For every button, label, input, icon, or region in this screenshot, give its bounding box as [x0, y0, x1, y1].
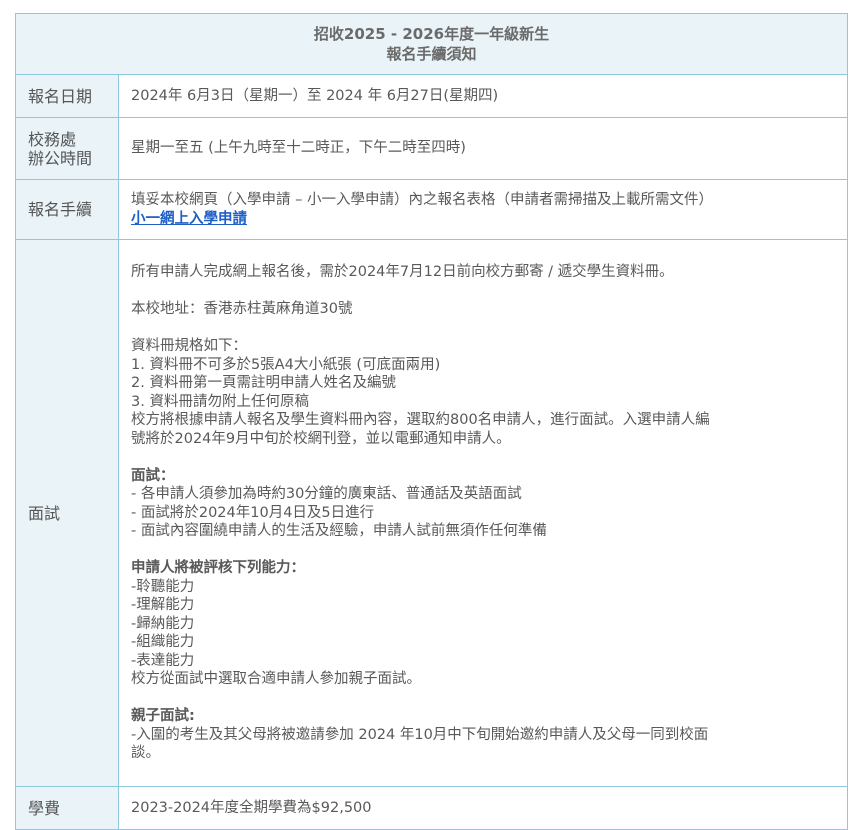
row-label-apply: 報名手續 — [15, 179, 119, 240]
ability-item: -聆聽能力 — [131, 578, 195, 595]
row-label-fee: 學費 — [15, 786, 119, 830]
header-subtitle: 報名手續須知 — [386, 45, 477, 63]
parent-interview-line-1: -入圍的考生及其父母將被邀請參加 2024 年10月中下旬開始邀約申請人及父母一… — [131, 726, 709, 743]
spec-item: 3. 資料冊請勿附上任何原稿 — [131, 393, 309, 410]
table-row-interview: 面試 所有申請人完成網上報名後，需於2024年7月12日前向校方郵寄 / 遞交學… — [15, 239, 849, 787]
selection-line-2: 號將於2024年9月中旬於校網刊登，並以電郵通知申請人。 — [131, 430, 511, 447]
table-row-fee: 學費 2023-2024年度全期學費為$92,500 — [15, 786, 849, 830]
table-header: 招收2025 - 2026年度一年級新生 報名手續須知 — [14, 13, 849, 75]
ability-title: 申請人將被評核下列能力： — [131, 560, 305, 577]
parent-interview-title: 親子面試: — [131, 708, 195, 725]
interview-item: - 面試將於2024年10月4日及5日進行 — [131, 504, 375, 521]
row-value-apply: 填妥本校網頁（入學申請 – 小一入學申請）內之報名表格（申請者需掃描及上載所需文… — [117, 179, 849, 240]
interview-item: - 各申請人須參加為時約30分鐘的廣東話、普通話及英語面試 — [131, 486, 522, 503]
label-line-1: 校務處 — [28, 129, 77, 149]
ability-item: -表達能力 — [131, 652, 195, 669]
spec-title: 資料冊規格如下： — [131, 338, 247, 355]
spec-item: 1. 資料冊不可多於5張A4大小紙張 (可底面兩用) — [131, 356, 441, 373]
row-value-interview: 所有申請人完成網上報名後，需於2024年7月12日前向校方郵寄 / 遞交學生資料… — [117, 239, 849, 787]
school-address: 本校地址：香港赤柱黃麻角道30號 — [131, 301, 353, 318]
header-title: 招收2025 - 2026年度一年級新生 — [313, 25, 550, 43]
table-row-apply: 報名手續 填妥本校網頁（入學申請 – 小一入學申請）內之報名表格（申請者需掃描及… — [15, 179, 849, 240]
admission-table: 招收2025 - 2026年度一年級新生 報名手續須知 報名日期 2024年 6… — [14, 13, 849, 830]
row-value-fee: 2023-2024年度全期學費為$92,500 — [117, 786, 849, 830]
ability-note: 校方從面試中選取合適申請人參加親子面試。 — [131, 671, 421, 688]
interview-paragraph-1: 所有申請人完成網上報名後，需於2024年7月12日前向校方郵寄 / 遞交學生資料… — [131, 264, 674, 281]
row-value-office-hours: 星期一至五 (上午九時至十二時正，下午二時至四時) — [117, 117, 849, 180]
row-label-date: 報名日期 — [15, 74, 119, 118]
table-row-date: 報名日期 2024年 6月3日（星期一）至 2024 年 6月27日(星期四) — [15, 74, 849, 118]
admission-notice: 招收2025 - 2026年度一年級新生 報名手續須知 報名日期 2024年 6… — [14, 13, 849, 830]
table-header-row: 招收2025 - 2026年度一年級新生 報名手續須知 — [14, 13, 849, 75]
ability-item: -理解能力 — [131, 597, 195, 614]
table-row-office-hours: 校務處 辦公時間 星期一至五 (上午九時至十二時正，下午二時至四時) — [15, 117, 849, 180]
row-label-office-hours: 校務處 辦公時間 — [15, 117, 119, 180]
apply-instructions: 填妥本校網頁（入學申請 – 小一入學申請）內之報名表格（申請者需掃描及上載所需文… — [131, 192, 713, 208]
ability-item: -組織能力 — [131, 634, 195, 651]
ability-item: -歸納能力 — [131, 615, 195, 632]
spec-item: 2. 資料冊第一頁需註明申請人姓名及編號 — [131, 375, 396, 392]
selection-line-1: 校方將根據申請人報名及學生資料冊內容，選取約800名申請人，進行面試。入選申請人… — [131, 412, 710, 429]
interview-title: 面試： — [131, 467, 175, 484]
row-value-date: 2024年 6月3日（星期一）至 2024 年 6月27日(星期四) — [117, 74, 849, 118]
online-application-link[interactable]: 小一網上入學申請 — [131, 210, 839, 229]
row-label-interview: 面試 — [15, 239, 119, 787]
interview-item: - 面試內容圍繞申請人的生活及經驗，申請人試前無須作任何準備 — [131, 523, 547, 540]
label-line-2: 辦公時間 — [28, 148, 93, 168]
parent-interview-line-2: 談。 — [131, 745, 160, 762]
